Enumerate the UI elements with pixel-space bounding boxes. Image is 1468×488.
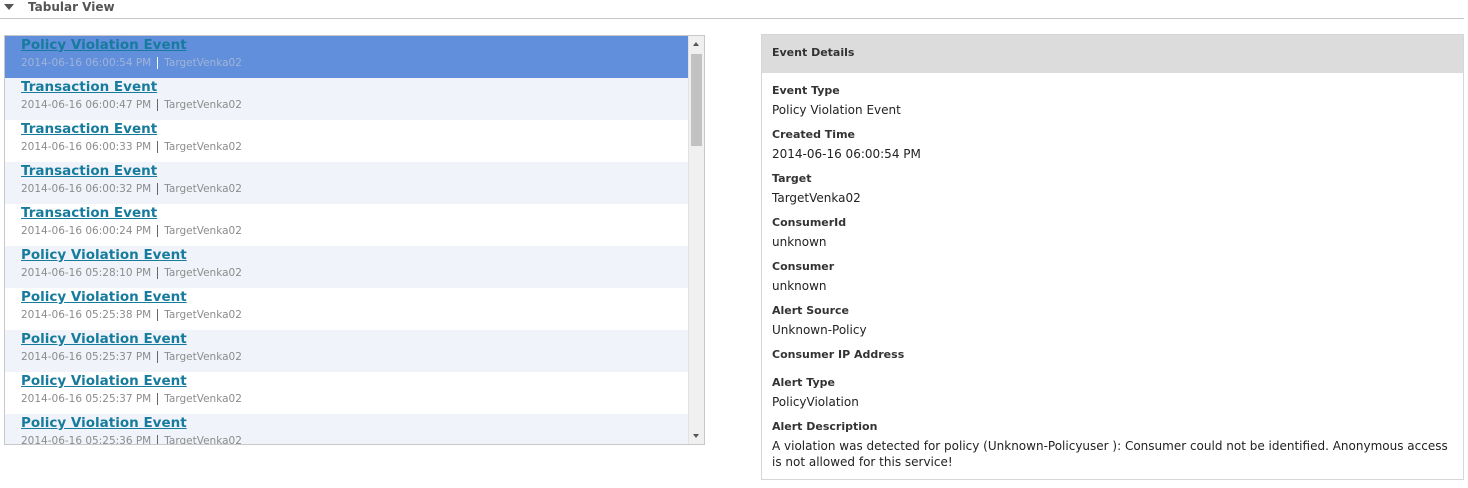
field-value-consumer-id: unknown: [772, 235, 827, 249]
event-meta: 2014-06-16 06:00:32 PM TargetVenka02: [21, 183, 242, 195]
event-time: 2014-06-16 05:25:38 PM: [21, 309, 152, 321]
field-value-target: TargetVenka02: [772, 191, 861, 205]
event-row[interactable]: Policy Violation Event 2014-06-16 05:25:…: [5, 330, 689, 372]
event-target: TargetVenka02: [164, 57, 242, 69]
event-title-link[interactable]: Policy Violation Event: [21, 37, 187, 53]
field-label-consumer-id: ConsumerId: [772, 216, 847, 229]
field-label-consumer: Consumer: [772, 260, 835, 273]
event-row[interactable]: Transaction Event 2014-06-16 06:00:33 PM…: [5, 120, 689, 162]
scroll-down-arrow-icon[interactable]: [693, 434, 699, 438]
field-value-alert-source: Unknown-Policy: [772, 323, 867, 337]
event-target: TargetVenka02: [164, 183, 242, 195]
field-value-created-time: 2014-06-16 06:00:54 PM: [772, 147, 921, 161]
section-title: Tabular View: [28, 0, 115, 14]
event-title-link[interactable]: Transaction Event: [21, 79, 157, 95]
event-title-link[interactable]: Policy Violation Event: [21, 247, 187, 263]
event-target: TargetVenka02: [164, 225, 242, 237]
section-header: Tabular View: [0, 0, 1464, 19]
event-target: TargetVenka02: [164, 351, 242, 363]
event-meta: 2014-06-16 05:25:37 PM TargetVenka02: [21, 393, 242, 405]
separator: [157, 309, 159, 321]
event-time: 2014-06-16 06:00:47 PM: [21, 99, 152, 111]
field-label-target: Target: [772, 172, 812, 185]
event-time: 2014-06-16 05:25:37 PM: [21, 351, 152, 363]
field-label-consumer-ip: Consumer IP Address: [772, 348, 905, 361]
collapse-triangle-icon[interactable]: [4, 4, 14, 10]
field-label-alert-description: Alert Description: [772, 420, 878, 433]
separator: [157, 351, 159, 363]
field-value-consumer: unknown: [772, 279, 827, 293]
event-title-link[interactable]: Transaction Event: [21, 163, 157, 179]
field-value-event-type: Policy Violation Event: [772, 103, 901, 117]
separator: [157, 393, 159, 405]
separator: [157, 435, 159, 444]
event-details-panel: Event Details Event Type Policy Violatio…: [761, 34, 1464, 480]
event-time: 2014-06-16 05:25:36 PM: [21, 435, 152, 445]
event-target: TargetVenka02: [164, 393, 242, 405]
event-time: 2014-06-16 06:00:24 PM: [21, 225, 152, 237]
event-title-link[interactable]: Transaction Event: [21, 205, 157, 221]
event-meta: 2014-06-16 05:25:38 PM TargetVenka02: [21, 309, 242, 321]
event-meta: 2014-06-16 05:25:36 PM TargetVenka02: [21, 435, 242, 445]
field-label-event-type: Event Type: [772, 84, 840, 97]
event-title-link[interactable]: Policy Violation Event: [21, 373, 187, 389]
event-time: 2014-06-16 06:00:33 PM: [21, 141, 152, 153]
event-row[interactable]: Transaction Event 2014-06-16 06:00:24 PM…: [5, 204, 689, 246]
event-list-panel: Policy Violation Event 2014-06-16 06:00:…: [4, 35, 705, 445]
event-row[interactable]: Policy Violation Event 2014-06-16 05:28:…: [5, 246, 689, 288]
event-title-link[interactable]: Transaction Event: [21, 121, 157, 137]
field-label-created-time: Created Time: [772, 128, 855, 141]
event-title-link[interactable]: Policy Violation Event: [21, 331, 187, 347]
event-list: Policy Violation Event 2014-06-16 06:00:…: [5, 36, 689, 445]
field-value-alert-description: A violation was detected for policy (Unk…: [772, 439, 1448, 469]
event-time: 2014-06-16 05:28:10 PM: [21, 267, 152, 279]
event-target: TargetVenka02: [164, 267, 242, 279]
event-time: 2014-06-16 06:00:54 PM: [21, 57, 152, 69]
field-label-alert-type: Alert Type: [772, 376, 835, 389]
event-meta: 2014-06-16 05:28:10 PM TargetVenka02: [21, 267, 242, 279]
vertical-scrollbar[interactable]: [688, 36, 704, 444]
details-title: Event Details: [772, 46, 855, 59]
event-meta: 2014-06-16 06:00:33 PM TargetVenka02: [21, 141, 242, 153]
scroll-thumb[interactable]: [691, 54, 702, 146]
event-target: TargetVenka02: [164, 141, 242, 153]
event-target: TargetVenka02: [164, 435, 242, 445]
event-title-link[interactable]: Policy Violation Event: [21, 415, 187, 431]
event-row[interactable]: Transaction Event 2014-06-16 06:00:47 PM…: [5, 78, 689, 120]
event-title-link[interactable]: Policy Violation Event: [21, 289, 187, 305]
event-time: 2014-06-16 06:00:32 PM: [21, 183, 152, 195]
separator: [157, 57, 159, 69]
separator: [157, 99, 159, 111]
event-row[interactable]: Transaction Event 2014-06-16 06:00:32 PM…: [5, 162, 689, 204]
event-row[interactable]: Policy Violation Event 2014-06-16 05:25:…: [5, 372, 689, 414]
separator: [157, 141, 159, 153]
field-label-alert-source: Alert Source: [772, 304, 849, 317]
details-header: Event Details: [762, 35, 1463, 73]
event-row[interactable]: Policy Violation Event 2014-06-16 05:25:…: [5, 288, 689, 330]
event-row[interactable]: Policy Violation Event 2014-06-16 05:25:…: [5, 414, 689, 445]
event-meta: 2014-06-16 06:00:47 PM TargetVenka02: [21, 99, 242, 111]
event-target: TargetVenka02: [164, 309, 242, 321]
event-meta: 2014-06-16 05:25:37 PM TargetVenka02: [21, 351, 242, 363]
event-meta: 2014-06-16 06:00:24 PM TargetVenka02: [21, 225, 242, 237]
separator: [157, 225, 159, 237]
scroll-up-arrow-icon[interactable]: [693, 42, 699, 46]
event-meta: 2014-06-16 06:00:54 PM TargetVenka02: [21, 57, 242, 69]
field-value-alert-type: PolicyViolation: [772, 395, 859, 409]
event-row[interactable]: Policy Violation Event 2014-06-16 06:00:…: [5, 36, 689, 78]
event-time: 2014-06-16 05:25:37 PM: [21, 393, 152, 405]
event-target: TargetVenka02: [164, 99, 242, 111]
separator: [157, 267, 159, 279]
separator: [157, 183, 159, 195]
